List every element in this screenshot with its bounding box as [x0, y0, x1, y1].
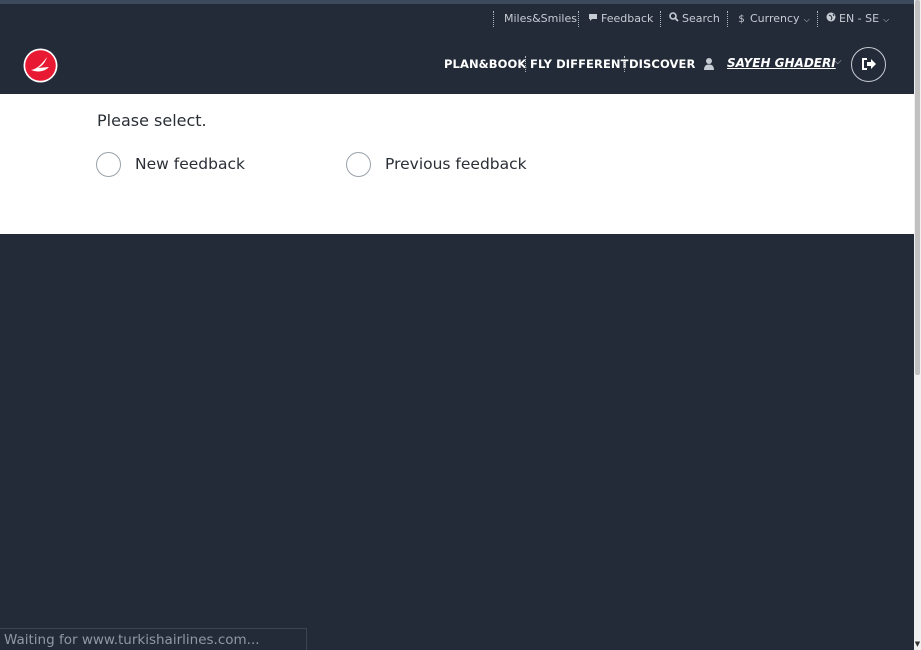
chevron-down-icon[interactable]: ⌵: [834, 56, 842, 67]
divider: [525, 56, 526, 72]
language-label: EN - SE: [839, 12, 880, 25]
nav-plan-book[interactable]: PLAN&BOOK: [444, 57, 526, 71]
browser-status-bar: Waiting for www.turkishairlines.com...: [0, 628, 307, 650]
user-icon: [703, 56, 715, 70]
chevron-down-icon: ⌵: [883, 15, 890, 24]
feedback-label: Feedback: [601, 12, 654, 25]
feedback-link[interactable]: Feedback: [587, 4, 653, 34]
divider: [578, 11, 579, 27]
divider: [727, 11, 728, 27]
turkish-airlines-logo[interactable]: [23, 48, 58, 83]
previous-feedback-radio[interactable]: [346, 152, 371, 177]
sign-out-icon: [862, 58, 876, 70]
main-navigation: PLAN&BOOK FLY DIFFERENT DISCOVER SAYEH G…: [0, 34, 914, 94]
nav-fly-different[interactable]: FLY DIFFERENT: [530, 57, 629, 71]
feedback-selection-panel: Please select. New feedback Previous fee…: [0, 94, 914, 234]
divider: [660, 11, 661, 27]
currency-dropdown[interactable]: $ Currency ⌵: [736, 4, 810, 34]
chevron-down-icon: ⌵: [803, 15, 810, 24]
page-prompt: Please select.: [97, 111, 207, 130]
new-feedback-radio[interactable]: [96, 152, 121, 177]
chat-icon: [587, 5, 598, 35]
divider: [817, 11, 818, 27]
divider: [624, 56, 625, 72]
miles-smiles-link[interactable]: Miles&Smiles: [504, 4, 577, 34]
divider: [493, 11, 494, 27]
search-link[interactable]: Search: [668, 4, 720, 34]
nav-discover[interactable]: DISCOVER: [629, 57, 695, 71]
search-icon: [668, 5, 679, 35]
new-feedback-label[interactable]: New feedback: [135, 155, 245, 173]
logout-button[interactable]: [851, 47, 886, 82]
scroll-down-arrow-icon[interactable]: ▼: [914, 640, 921, 648]
language-dropdown[interactable]: EN - SE ⌵: [825, 4, 889, 34]
search-label: Search: [682, 12, 720, 25]
globe-icon: [825, 5, 836, 35]
scrollbar-thumb[interactable]: [915, 0, 920, 375]
vertical-scrollbar[interactable]: ▼: [914, 0, 921, 650]
previous-feedback-label[interactable]: Previous feedback: [385, 155, 527, 173]
user-name-link[interactable]: SAYEH GHADERI: [727, 56, 836, 70]
currency-label: Currency: [750, 12, 800, 25]
dollar-icon: $: [738, 14, 745, 25]
utility-bar: Miles&Smiles Feedback Search $ Currency ⌵ …: [0, 4, 914, 34]
